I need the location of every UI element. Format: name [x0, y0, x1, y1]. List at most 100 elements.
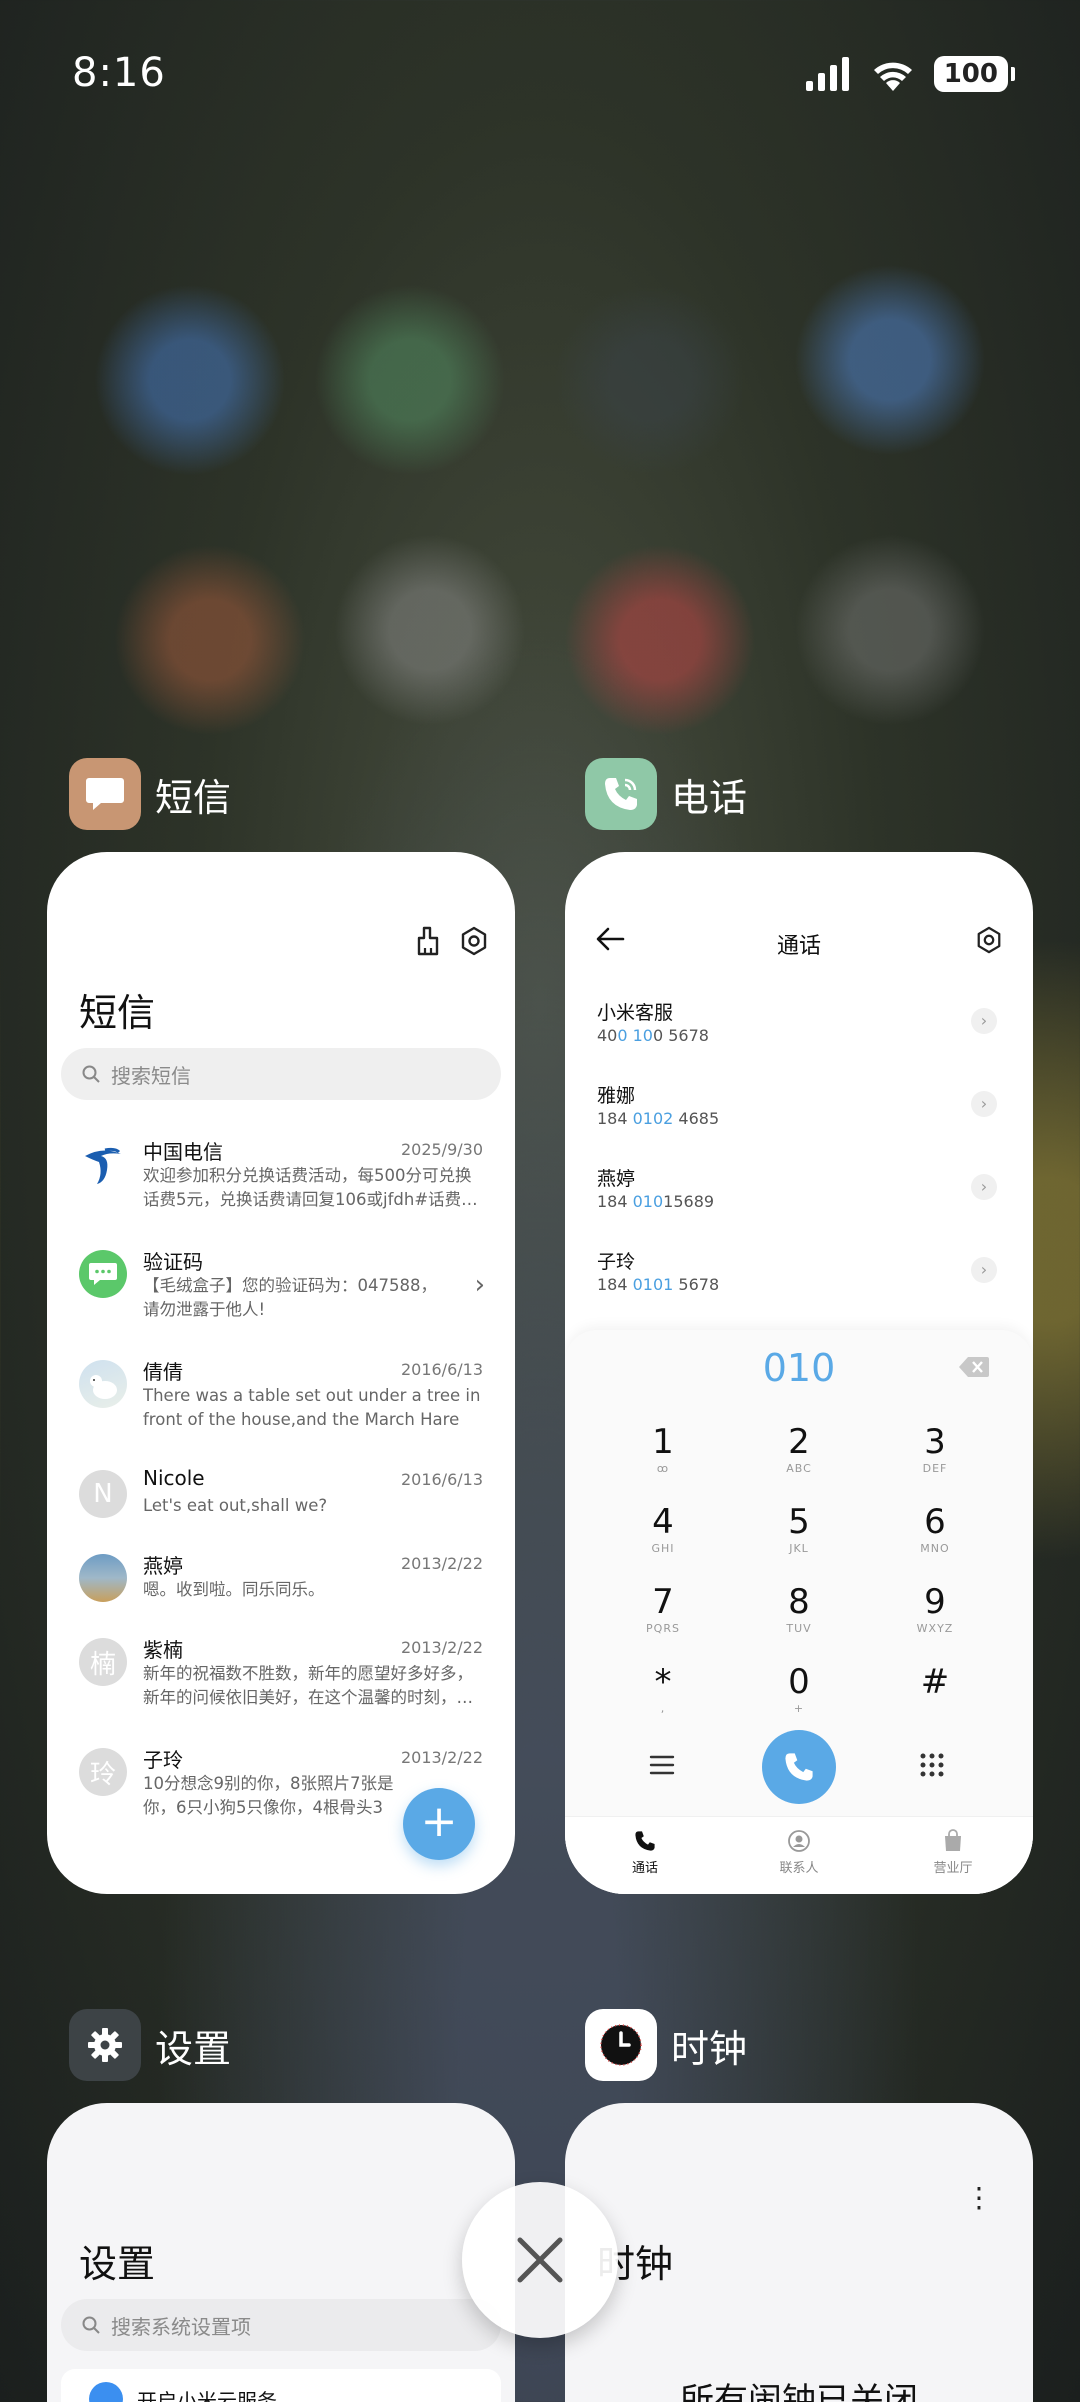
list-item[interactable]: 验证码 【毛绒盒子】您的验证码为：047588，请勿泄露于他人! › — [47, 1232, 515, 1342]
avatar — [79, 1554, 127, 1602]
settings-row-mi-cloud[interactable]: 开启小米云服务 — [61, 2369, 501, 2402]
menu-icon[interactable] — [649, 1754, 675, 1776]
call-button[interactable] — [762, 1730, 836, 1804]
brush-icon[interactable] — [415, 926, 441, 956]
search-icon — [82, 2316, 100, 2334]
sms-date: 2013/2/22 — [400, 1748, 483, 1767]
shopping-bag-icon — [945, 1829, 961, 1851]
app-header-settings[interactable]: 设置 — [69, 2009, 231, 2081]
china-telecom-logo-icon — [79, 1140, 127, 1188]
list-item[interactable]: 中国电信 2025/9/30 欢迎参加积分兑换话费活动，每500分可兑换话费5元… — [47, 1122, 515, 1232]
close-icon — [517, 2237, 563, 2283]
contact-name: 雅娜 — [597, 1085, 636, 1107]
settings-hex-icon[interactable] — [975, 926, 1003, 954]
sms-date: 2016/6/13 — [400, 1360, 483, 1379]
list-item[interactable]: N Nicole 2016/6/13 Let's eat out,shall w… — [47, 1452, 515, 1536]
phone-tab-bar: 通话 联系人 营业厅 — [565, 1816, 1033, 1894]
search-icon — [82, 1065, 100, 1083]
backspace-icon[interactable] — [959, 1356, 989, 1378]
sms-page-title: 短信 — [79, 991, 156, 1035]
app-name-clock: 时钟 — [671, 2026, 748, 2071]
key-7[interactable]: 7 PQRS — [613, 1582, 713, 1635]
contact-number: 184 0101 5678 — [597, 1275, 720, 1294]
clock-app-card[interactable]: ⋮ 时钟 所有闹钟已关闭 — [565, 2103, 1033, 2402]
dial-actions — [565, 1730, 1033, 1804]
phone-icon — [635, 1831, 655, 1851]
chevron-right-icon[interactable]: › — [971, 1091, 997, 1117]
app-header-phone[interactable]: 电话 — [585, 758, 747, 830]
sms-preview: 欢迎参加积分兑换话费活动，每500分可兑换话费5元，兑换话费请回复106或jfd… — [143, 1166, 478, 1209]
chevron-right-icon: › — [474, 1270, 485, 1300]
phone-call-icon — [785, 1753, 813, 1781]
clock-icon — [585, 2009, 657, 2081]
key-3[interactable]: 3 DEF — [885, 1422, 985, 1475]
tab-label: 通话 — [631, 1861, 658, 1876]
avatar: N — [79, 1470, 127, 1518]
key-2[interactable]: 2 ABC — [749, 1422, 849, 1475]
settings-app-card[interactable]: 设置 搜索系统设置项 开启小米云服务 — [47, 2103, 515, 2402]
key-hash[interactable]: # — [885, 1662, 985, 1702]
contact-number: 400 100 5678 — [597, 1026, 709, 1045]
sms-sender: 验证码 — [143, 1250, 203, 1274]
sms-date: 2013/2/22 — [400, 1554, 483, 1573]
sms-search-placeholder: 搜索短信 — [111, 1063, 191, 1088]
app-name-phone: 电话 — [671, 775, 748, 820]
verification-chat-icon — [79, 1250, 127, 1298]
avatar: 玲 — [79, 1748, 127, 1796]
tab-label: 联系人 — [779, 1861, 819, 1876]
tab-calls[interactable]: 通话 — [585, 1829, 705, 1876]
key-0[interactable]: 0 + — [749, 1662, 849, 1715]
sms-app-card[interactable]: 短信 搜索短信 中国电信 2025/9/30 欢迎参加积分兑换话费活动，每500… — [47, 852, 515, 1894]
settings-search-input[interactable]: 搜索系统设置项 — [61, 2299, 501, 2351]
new-message-button[interactable]: + — [403, 1788, 475, 1860]
sms-search-input[interactable]: 搜索短信 — [61, 1048, 501, 1100]
chevron-right-icon[interactable]: › — [971, 1174, 997, 1200]
battery-indicator: 100 — [933, 56, 1016, 92]
tab-service-hall[interactable]: 营业厅 — [893, 1829, 1013, 1876]
sms-preview: 新年的祝福数不胜数，新年的愿望好多好多，新年的问候依旧美好，在这个温馨的时刻，… — [143, 1664, 473, 1707]
key-9[interactable]: 9 WXYZ — [885, 1582, 985, 1635]
phone-app-card[interactable]: 通话 小米客服 400 100 5678 › 雅娜 184 0102 4685 … — [565, 852, 1033, 1894]
contact-number: 184 01015689 — [597, 1192, 715, 1211]
key-5[interactable]: 5 JKL — [749, 1502, 849, 1555]
app-header-clock[interactable]: 时钟 — [585, 2009, 747, 2081]
signal-icon — [805, 57, 849, 91]
key-8[interactable]: 8 TUV — [749, 1582, 849, 1635]
key-6[interactable]: 6 MNO — [885, 1502, 985, 1555]
settings-row-label: 开启小米云服务 — [137, 2388, 277, 2402]
cloud-icon — [89, 2382, 123, 2402]
list-item[interactable]: 楠 紫楠 2013/2/22 新年的祝福数不胜数，新年的愿望好多好多，新年的问候… — [47, 1620, 515, 1730]
status-bar: 8:16 100 — [0, 0, 1080, 150]
tab-contacts[interactable]: 联系人 — [739, 1829, 859, 1876]
app-name-sms: 短信 — [155, 775, 232, 820]
sms-preview: 10分想念9别的你，8张照片7张是你，6只小狗5只像你，4根骨头3根归你，2爪着… — [143, 1774, 394, 1817]
sms-preview: There was a table set out under a tree i… — [143, 1386, 481, 1429]
gear-icon — [69, 2009, 141, 2081]
contact-row[interactable]: 小米客服 400 100 5678 › — [565, 992, 1033, 1075]
contact-row[interactable]: 雅娜 184 0102 4685 › — [565, 1075, 1033, 1158]
list-item[interactable]: 倩倩 2016/6/13 There was a table set out u… — [47, 1342, 515, 1452]
more-options-icon[interactable]: ⋮ — [965, 2181, 993, 2214]
key-4[interactable]: 4 GHI — [613, 1502, 713, 1555]
avatar: 楠 — [79, 1638, 127, 1686]
contact-match-list: 小米客服 400 100 5678 › 雅娜 184 0102 4685 › 燕… — [565, 992, 1033, 1324]
contact-number: 184 0102 4685 — [597, 1109, 720, 1128]
sms-sender: 紫楠 — [143, 1638, 183, 1662]
dialpad: 010 1ꝏ 2 ABC 3 DEF 4 GHI 5 JKL 6 MNO 7 PQRS 8T… — [565, 1330, 1033, 1894]
contact-row[interactable]: 燕婷 184 01015689 › — [565, 1158, 1033, 1241]
clear-all-button[interactable] — [462, 2182, 618, 2338]
app-name-settings: 设置 — [155, 2026, 232, 2071]
chevron-right-icon[interactable]: › — [971, 1008, 997, 1034]
key-1[interactable]: 1ꝏ — [613, 1422, 713, 1475]
chevron-right-icon[interactable]: › — [971, 1257, 997, 1283]
dialpad-grid-icon[interactable] — [919, 1752, 945, 1778]
key-star[interactable]: *, — [613, 1662, 713, 1715]
wifi-icon — [873, 62, 912, 91]
sms-date: 2016/6/13 — [400, 1470, 483, 1489]
settings-search-placeholder: 搜索系统设置项 — [111, 2314, 251, 2339]
contact-name: 子玲 — [597, 1251, 636, 1273]
list-item[interactable]: 燕婷 2013/2/22 嗯。收到啦。同乐同乐。 — [47, 1536, 515, 1620]
app-header-sms[interactable]: 短信 — [69, 758, 231, 830]
contact-row[interactable]: 子玲 184 0101 5678 › — [565, 1241, 1033, 1324]
settings-hex-icon[interactable] — [459, 926, 489, 956]
